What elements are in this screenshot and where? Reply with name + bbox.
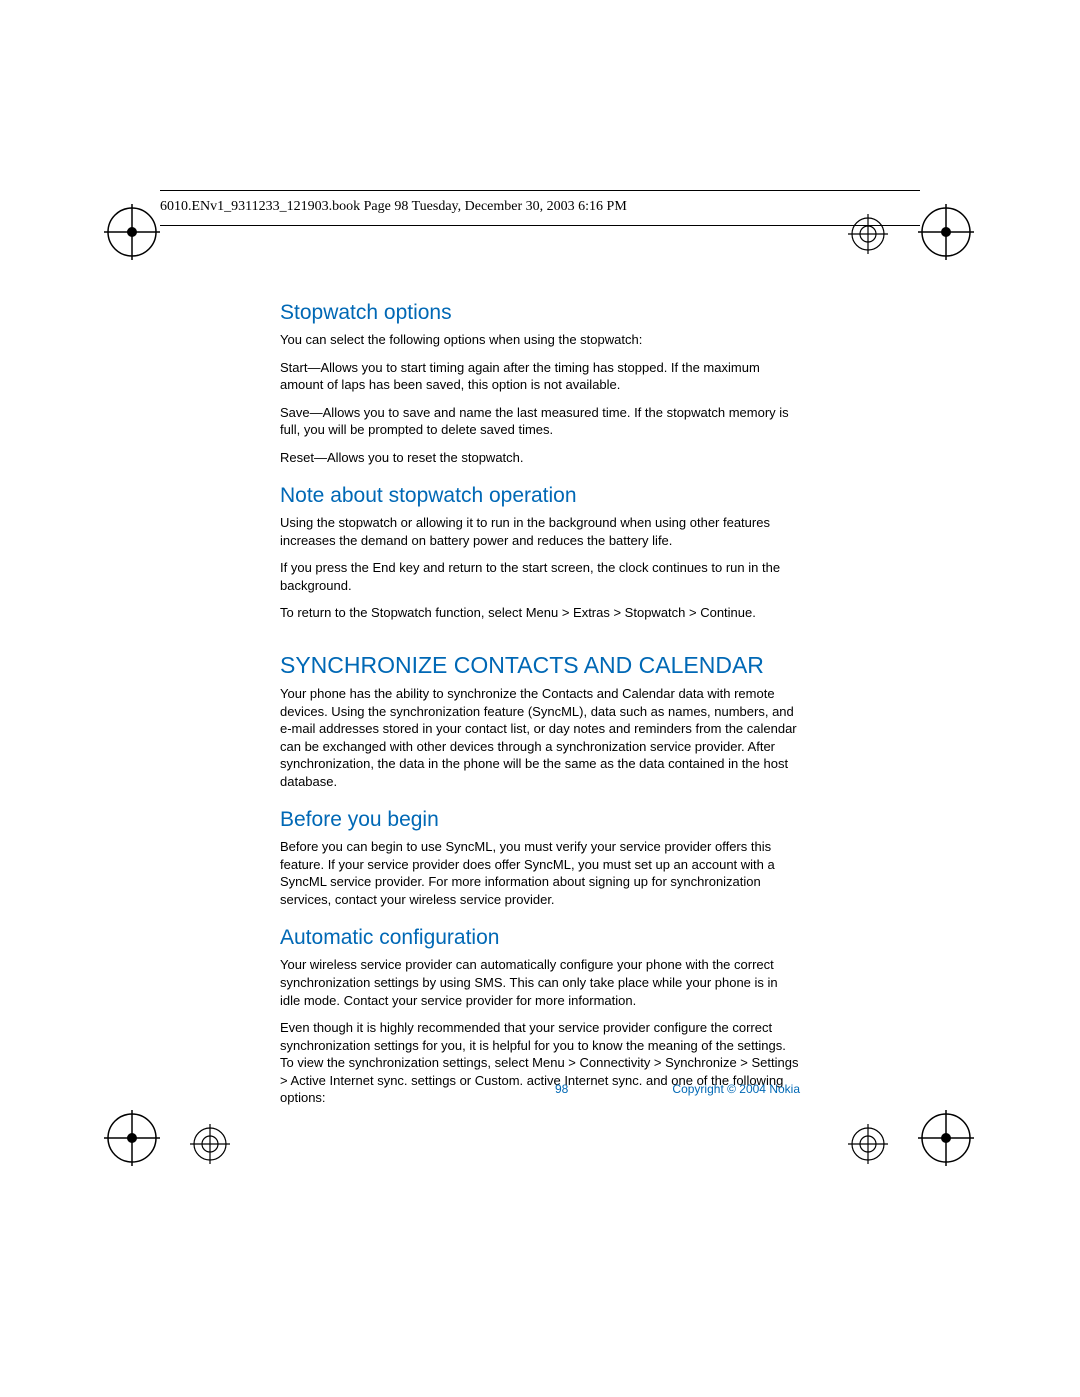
option-reset: Reset—Allows you to reset the stopwatch.	[280, 449, 800, 467]
heading-before-you-begin: Before you begin	[280, 808, 800, 832]
option-start: Start—Allows you to start timing again a…	[280, 359, 800, 394]
crop-mark-bottom-right	[918, 1110, 974, 1166]
heading-automatic-configuration: Automatic configuration	[280, 926, 800, 950]
body-text: Before you can begin to use SyncML, you …	[280, 838, 800, 908]
heading-note-stopwatch: Note about stopwatch operation	[280, 484, 800, 508]
body-text: You can select the following options whe…	[280, 331, 800, 349]
crop-mark-bottom-left	[104, 1110, 160, 1166]
page-content: Stopwatch options You can select the fol…	[280, 301, 800, 1107]
option-save: Save—Allows you to save and name the las…	[280, 404, 800, 439]
registration-mark	[190, 1124, 230, 1164]
body-text: Your wireless service provider can autom…	[280, 956, 800, 1009]
body-text: Your phone has the ability to synchroniz…	[280, 685, 800, 790]
page-header-info: 6010.ENv1_9311233_121903.book Page 98 Tu…	[160, 193, 920, 225]
heading-synchronize: SYNCHRONIZE CONTACTS AND CALENDAR	[280, 652, 800, 679]
page-frame: 6010.ENv1_9311233_121903.book Page 98 Tu…	[160, 190, 920, 1117]
copyright-text: Copyright © 2004 Nokia	[672, 1082, 800, 1096]
header-rule	[160, 225, 920, 226]
header-rule	[160, 190, 920, 191]
crop-mark-top-left	[104, 204, 160, 260]
body-text: To return to the Stopwatch function, sel…	[280, 604, 800, 622]
registration-mark	[848, 1124, 888, 1164]
heading-stopwatch-options: Stopwatch options	[280, 301, 800, 325]
body-text: If you press the End key and return to t…	[280, 559, 800, 594]
crop-mark-top-right	[918, 204, 974, 260]
page-number: 98	[555, 1082, 568, 1096]
body-text: Using the stopwatch or allowing it to ru…	[280, 514, 800, 549]
